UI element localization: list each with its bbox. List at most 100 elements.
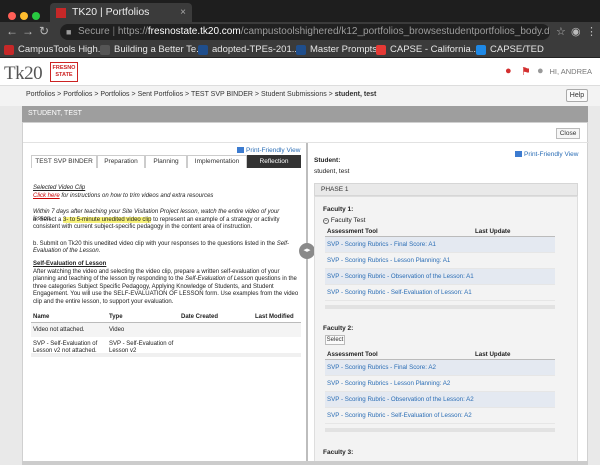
assessment-link[interactable]: SVP - Scoring Rubrics - Lesson Planning:… [327, 257, 450, 264]
paragraph-4: After watching the video and selecting t… [33, 269, 299, 306]
breadcrumb-item[interactable]: Portfolios [63, 91, 92, 98]
table-row[interactable]: SVP - Scoring Rubrics - Final Score: A2 [325, 360, 555, 376]
url-field[interactable]: ■ Secure | https://fresnostate.tk20.com/c… [60, 24, 550, 40]
breadcrumb-item[interactable]: Student Submissions [261, 91, 327, 98]
url-scheme: https:// [117, 26, 148, 37]
maximize-window-button[interactable] [32, 12, 40, 20]
assessment-pane: Print-Friendly View Student: student, te… [308, 143, 589, 465]
forward-arrow-icon[interactable]: → [22, 24, 34, 38]
assessment-link[interactable]: SVP - Scoring Rubrics - Final Score: A1 [327, 241, 436, 248]
assessment-link[interactable]: SVP - Scoring Rubric - Observation of th… [327, 273, 474, 280]
bookmark-label: Master Prompts [310, 44, 378, 55]
table-row[interactable]: SVP - Scoring Rubric - Observation of th… [325, 269, 555, 285]
tab-implementation[interactable]: Implementation [187, 155, 247, 168]
breadcrumb-item[interactable]: Portfolios [26, 91, 55, 98]
paragraph-3: b. Submit on Tk20 this unedited video cl… [33, 241, 299, 256]
reload-icon[interactable]: ↻ [39, 24, 49, 38]
tk20-app: Tk20 FRESNO STATE ● ⚑ ● HI, ANDREA Portf… [0, 58, 600, 465]
faculty-1-label: Faculty 1: [323, 206, 354, 213]
bookmark-capse-ted[interactable]: CAPSE/TED [476, 43, 544, 57]
close-window-button[interactable] [8, 12, 16, 20]
phase-header[interactable]: PHASE 1 [314, 183, 578, 196]
attachments-table: Name Type Date Created Last Modified Vid… [31, 311, 301, 357]
tk20-favicon-icon [56, 8, 66, 18]
breadcrumb-separator: > [57, 91, 62, 98]
col-assessment-tool: Assessment Tool [327, 351, 378, 358]
lock-icon: ■ [66, 27, 72, 37]
browser-tab[interactable]: TK20 | Portfolios × [50, 3, 192, 22]
message-icon[interactable]: ● [505, 65, 512, 77]
col-name: Name [33, 314, 50, 320]
help-button[interactable]: Help [566, 89, 588, 102]
star-icon[interactable]: ☆ [556, 25, 566, 38]
p3-suffix: . [98, 248, 101, 255]
assessment-link[interactable]: SVP - Scoring Rubric - Self-Evaluation o… [327, 412, 472, 419]
col-date-created: Date Created [181, 314, 219, 320]
breadcrumb-item[interactable]: Sent Portfolios [138, 91, 184, 98]
click-here-link[interactable]: Click here [33, 193, 60, 199]
selected-video-heading: Selected Video Clip [33, 185, 299, 192]
bookmark-tpes[interactable]: adopted-TPEs-201... [198, 43, 300, 57]
assessment-link[interactable]: SVP - Scoring Rubric - Observation of th… [327, 396, 474, 403]
collapse-icon[interactable]: − [323, 218, 329, 224]
close-button[interactable]: Close [556, 128, 580, 139]
url-host: fresnostate.tk20.com [147, 26, 241, 37]
print-friendly-link-right[interactable]: Print-Friendly View [515, 151, 578, 158]
col-assessment-tool: Assessment Tool [327, 228, 378, 235]
tab-reflection[interactable]: Reflection [247, 155, 301, 168]
bookmark-icon [476, 45, 486, 55]
flag-icon[interactable]: ⚑ [521, 65, 531, 78]
breadcrumb-separator: > [254, 91, 259, 98]
p2-prefix: a. Select a [33, 217, 64, 223]
extension-icon[interactable]: ◉ [571, 25, 581, 38]
breadcrumb-item[interactable]: TEST SVP BINDER [191, 91, 253, 98]
self-eval-heading: Self-Evaluation of Lesson [33, 261, 299, 268]
faculty-1-table: Assessment Tool Last Update SVP - Scoring… [325, 226, 555, 301]
bookmark-campustools[interactable]: CampusTools High... [4, 43, 106, 57]
breadcrumb-separator: > [328, 91, 333, 98]
paragraph-2: a. Select a 3- to 5-minute unedited vide… [33, 217, 299, 232]
table-row[interactable]: SVP - Scoring Rubric - Observation of th… [325, 392, 555, 408]
col-type: Type [109, 314, 123, 320]
tk20-logo[interactable]: Tk20 [4, 63, 43, 85]
minimize-window-button[interactable] [20, 12, 28, 20]
table-header: Assessment Tool Last Update [325, 226, 555, 237]
tab-test-svp-binder[interactable]: TEST SVP BINDER [31, 155, 97, 168]
menu-icon[interactable]: ⋮ [586, 25, 597, 38]
tab-preparation[interactable]: Preparation [97, 155, 145, 168]
table-row: Video not attached. Video [31, 323, 301, 337]
select-button[interactable]: Select [325, 335, 345, 345]
back-arrow-icon[interactable]: ← [6, 24, 18, 38]
faculty-1-toggle[interactable]: − Faculty Test [323, 217, 365, 224]
tab-planning[interactable]: Planning [145, 155, 187, 168]
table-row[interactable]: SVP - Scoring Rubric - Self-Evaluation o… [325, 408, 555, 424]
col-last-modified: Last Modified [255, 314, 294, 320]
fresno-state-logo: FRESNO STATE [50, 62, 78, 82]
tab-close-icon[interactable]: × [180, 3, 186, 22]
breadcrumb-item[interactable]: Portfolios [100, 91, 129, 98]
table-row[interactable]: SVP - Scoring Rubrics - Final Score: A1 [325, 237, 555, 253]
assessment-link[interactable]: SVP - Scoring Rubrics - Final Score: A2 [327, 364, 436, 371]
assessment-link[interactable]: SVP - Scoring Rubric - Self-Evaluation o… [327, 289, 472, 296]
student-label: Student: [314, 157, 341, 164]
bookmark-label: Building a Better Te... [114, 44, 205, 55]
af-icon [376, 45, 386, 55]
row-type: Video [109, 327, 125, 333]
url-path: /campustoolshighered/k12_portfolios_brow… [240, 26, 550, 37]
assessment-link[interactable]: SVP - Scoring Rubrics - Lesson Planning:… [327, 380, 450, 387]
breadcrumb-trail: Portfolios > Portfolios > Portfolios > S… [26, 91, 376, 98]
selected-video-heading-text: Selected Video Clip [33, 185, 86, 191]
horizontal-scrollbar[interactable] [22, 461, 588, 465]
print-friendly-link-left[interactable]: Print-Friendly View [237, 147, 300, 154]
instructions-text: for instructions on how to trim videos a… [59, 193, 214, 199]
bookmark-capse[interactable]: CAPSE - California... [376, 43, 479, 57]
user-greeting[interactable]: HI, ANDREA [549, 67, 592, 76]
bookmark-master-prompts[interactable]: Master Prompts [296, 43, 377, 57]
table-row[interactable]: SVP - Scoring Rubric - Self-Evaluation o… [325, 285, 555, 301]
table-row[interactable]: SVP - Scoring Rubrics - Lesson Planning:… [325, 253, 555, 269]
col-last-update: Last Update [475, 228, 511, 235]
table-footer-bar [31, 353, 301, 357]
table-row[interactable]: SVP - Scoring Rubrics - Lesson Planning:… [325, 376, 555, 392]
highlighted-clip-length: 3- to 5-minute unedited video clip [63, 217, 152, 223]
bookmark-building[interactable]: Building a Better Te... [100, 43, 204, 57]
